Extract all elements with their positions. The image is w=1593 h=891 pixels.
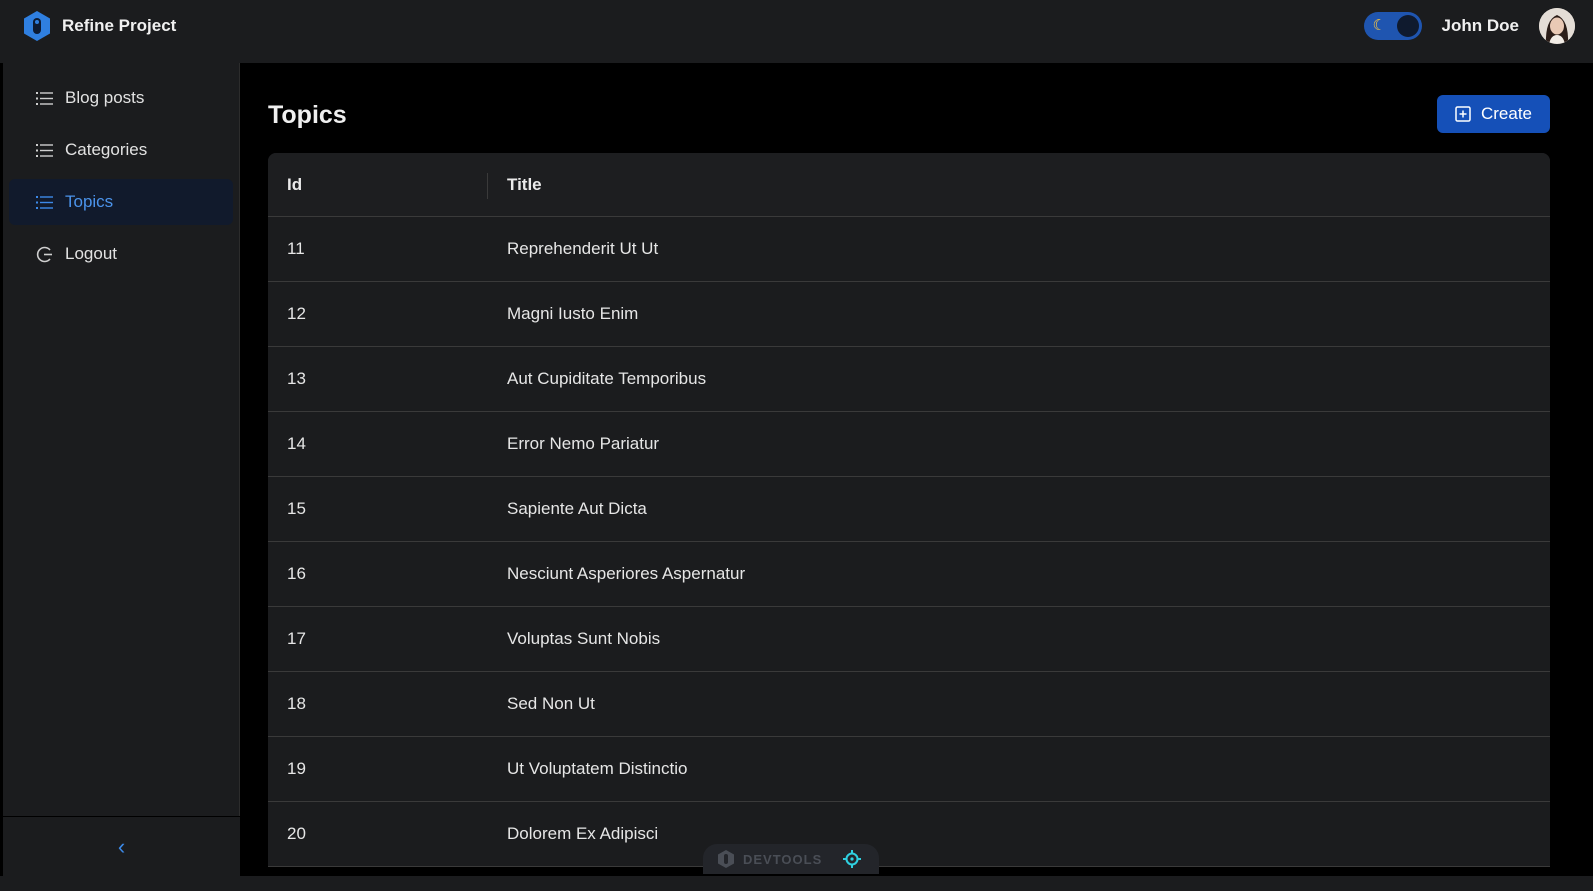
table-row[interactable]: 14 Error Nemo Pariatur bbox=[268, 412, 1550, 477]
header-right: ☾ John Doe bbox=[1363, 8, 1575, 44]
devtools-label: DEVTOOLS bbox=[743, 851, 823, 867]
list-icon bbox=[35, 141, 53, 159]
sidebar-item-blog-posts[interactable]: Blog posts bbox=[9, 75, 233, 121]
sidebar-nav: Blog posts Categories Topics Logout bbox=[3, 63, 239, 277]
cell-title: Dolorem Ex Adipisci bbox=[507, 824, 659, 843]
sidebar-item-label: Blog posts bbox=[65, 88, 145, 107]
toggle-knob bbox=[1396, 15, 1419, 37]
cell-title: Error Nemo Pariatur bbox=[507, 434, 660, 453]
cell-id: 12 bbox=[287, 304, 306, 323]
table-row[interactable]: 17 Voluptas Sunt Nobis bbox=[268, 607, 1550, 672]
table-row[interactable]: 12 Magni Iusto Enim bbox=[268, 282, 1550, 347]
column-header-title[interactable]: Title bbox=[488, 175, 542, 195]
cell-id: 15 bbox=[287, 499, 306, 518]
table-row[interactable]: 19 Ut Voluptatem Distinctio bbox=[268, 737, 1550, 802]
plus-square-icon bbox=[1455, 106, 1471, 122]
cell-id: 13 bbox=[287, 369, 306, 388]
list-icon bbox=[35, 193, 53, 211]
brand[interactable]: Refine Project bbox=[22, 10, 176, 42]
avatar-image bbox=[1539, 8, 1575, 44]
cell-id: 14 bbox=[287, 434, 306, 453]
page-title: Topics bbox=[268, 101, 347, 129]
cell-title: Reprehenderit Ut Ut bbox=[507, 239, 659, 258]
cell-title: Magni Iusto Enim bbox=[507, 304, 639, 323]
sidebar-item-label: Topics bbox=[65, 192, 114, 211]
cell-title: Aut Cupiditate Temporibus bbox=[507, 369, 707, 388]
cell-id: 18 bbox=[287, 694, 306, 713]
cell-title: Nesciunt Asperiores Aspernatur bbox=[507, 564, 746, 583]
table-row[interactable]: 20 Dolorem Ex Adipisci bbox=[268, 802, 1550, 867]
bottom-strip bbox=[0, 876, 1593, 891]
cell-title: Ut Voluptatem Distinctio bbox=[507, 759, 688, 778]
table-row[interactable]: 15 Sapiente Aut Dicta bbox=[268, 477, 1550, 542]
avatar[interactable] bbox=[1539, 8, 1575, 44]
sidebar-item-label: Categories bbox=[65, 140, 148, 159]
sidebar-item-categories[interactable]: Categories bbox=[9, 127, 233, 173]
topics-table: Id Title 11 Reprehenderit Ut Ut 12 Magni I… bbox=[268, 153, 1550, 867]
moon-icon: ☾ bbox=[1372, 17, 1386, 34]
sidebar-item-label: Logout bbox=[65, 244, 117, 263]
table-row[interactable]: 16 Nesciunt Asperiores Aspernatur bbox=[268, 542, 1550, 607]
main-content: Topics Create Id Title 11 Reprehenderit U… bbox=[240, 63, 1593, 876]
column-header-id[interactable]: Id bbox=[268, 172, 488, 199]
cell-id: 17 bbox=[287, 629, 306, 648]
create-button-label: Create bbox=[1480, 104, 1533, 123]
sidebar: Blog posts Categories Topics Logout ‹ bbox=[3, 63, 240, 876]
table-header: Id Title bbox=[268, 153, 1550, 217]
user-name: John Doe bbox=[1441, 16, 1519, 35]
devtools-panel-toggle[interactable]: DEVTOOLS bbox=[703, 844, 879, 874]
sidebar-item-logout[interactable]: Logout bbox=[9, 231, 233, 277]
crosshair-icon[interactable] bbox=[842, 849, 862, 869]
cell-id: 16 bbox=[287, 564, 306, 583]
table-row[interactable]: 18 Sed Non Ut bbox=[268, 672, 1550, 737]
theme-toggle[interactable]: ☾ bbox=[1363, 12, 1422, 40]
cell-id: 20 bbox=[287, 824, 306, 843]
table-row[interactable]: 13 Aut Cupiditate Temporibus bbox=[268, 347, 1550, 412]
cell-id: 11 bbox=[287, 239, 305, 258]
create-button[interactable]: Create bbox=[1437, 95, 1550, 133]
brand-name: Refine Project bbox=[62, 16, 177, 35]
cell-id: 19 bbox=[287, 759, 306, 778]
table-row[interactable]: 11 Reprehenderit Ut Ut bbox=[268, 217, 1550, 282]
chevron-left-icon: ‹ bbox=[117, 833, 126, 859]
refine-logo-icon bbox=[24, 11, 50, 41]
logout-icon bbox=[35, 245, 53, 263]
top-header: Refine Project ☾ John Doe bbox=[0, 0, 1593, 63]
cell-title: Voluptas Sunt Nobis bbox=[507, 629, 661, 648]
cell-title: Sapiente Aut Dicta bbox=[507, 499, 647, 518]
refine-logo-icon bbox=[718, 850, 734, 868]
cell-title: Sed Non Ut bbox=[507, 694, 595, 713]
sidebar-item-topics[interactable]: Topics bbox=[9, 179, 233, 225]
list-icon bbox=[35, 89, 53, 107]
sidebar-collapse-button[interactable]: ‹ bbox=[3, 816, 240, 876]
